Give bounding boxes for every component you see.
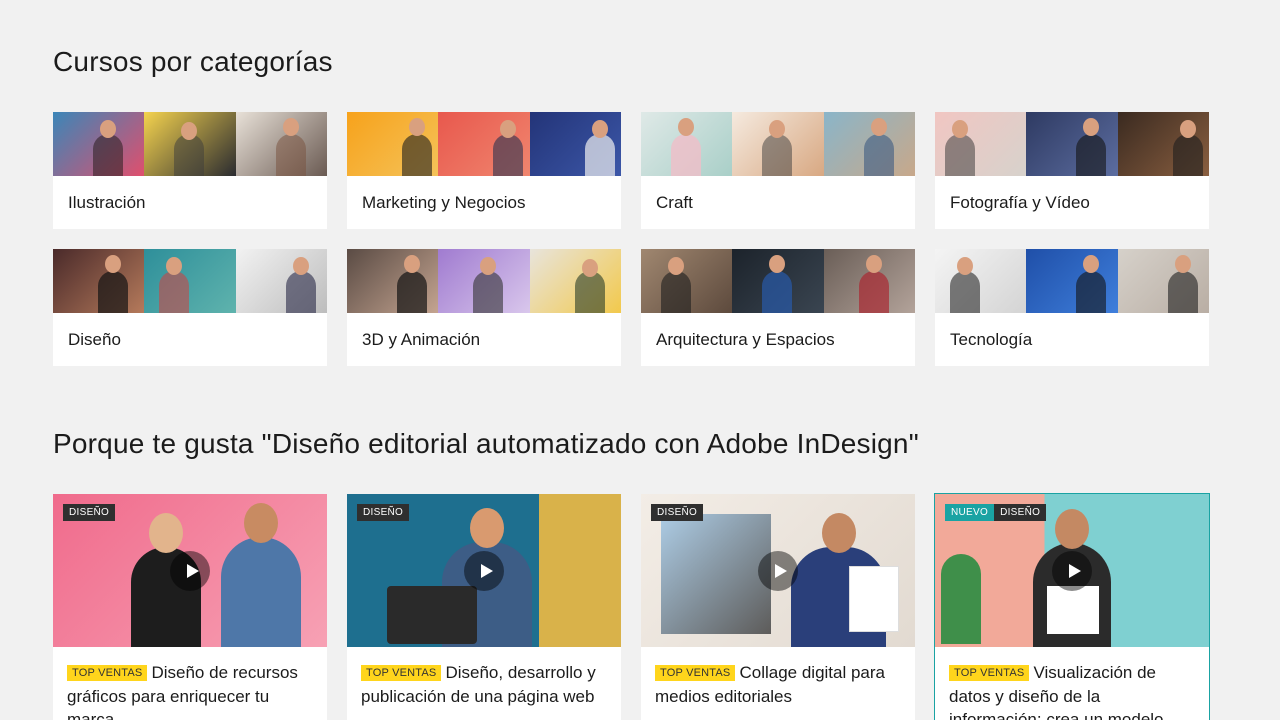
category-label: Fotografía y Vídeo <box>950 192 1090 212</box>
category-label: Tecnología <box>950 329 1033 349</box>
badges: DISEÑO <box>357 504 410 521</box>
category-card-tecnologia[interactable]: Tecnología <box>935 249 1209 366</box>
course-thumbnail[interactable]: NUEVO DISEÑO <box>935 494 1209 647</box>
category-card-craft[interactable]: Craft <box>641 112 915 229</box>
course-title-block[interactable]: TOP VENTAS Diseño de recursos gráficos pa… <box>53 647 327 720</box>
category-card-marketing[interactable]: Marketing y Negocios <box>347 112 621 229</box>
category-card-3d[interactable]: 3D y Animación <box>347 249 621 366</box>
category-card-fotografia[interactable]: Fotografía y Vídeo <box>935 112 1209 229</box>
category-label: Marketing y Negocios <box>362 192 526 212</box>
play-icon <box>774 563 787 578</box>
badges: NUEVO DISEÑO <box>945 504 1047 521</box>
category-thumbnail <box>935 112 1209 176</box>
category-thumbnail <box>53 112 327 176</box>
top-sales-badge: TOP VENTAS <box>655 665 736 681</box>
course-thumbnail[interactable]: DISEÑO <box>53 494 327 647</box>
play-icon <box>186 563 199 578</box>
play-icon <box>1068 563 1081 578</box>
category-badge: DISEÑO <box>994 504 1047 521</box>
play-button[interactable] <box>170 550 210 591</box>
category-badge: DISEÑO <box>357 504 410 521</box>
category-label: Arquitectura y Espacios <box>656 329 835 349</box>
page: Cursos por categorías Ilustración Market… <box>0 0 1280 720</box>
course-card[interactable]: DISEÑO TOP VENTAS Collage digital para me… <box>641 494 915 720</box>
category-badge: DISEÑO <box>651 504 704 521</box>
category-label: Diseño <box>68 329 121 349</box>
category-card-ilustracion[interactable]: Ilustración <box>53 112 327 229</box>
categories-section-title: Cursos por categorías <box>53 46 333 77</box>
play-button[interactable] <box>1052 550 1092 591</box>
course-thumbnail[interactable]: DISEÑO <box>641 494 915 647</box>
category-card-diseno[interactable]: Diseño <box>53 249 327 366</box>
category-thumbnail <box>935 249 1209 313</box>
category-card-arquitectura[interactable]: Arquitectura y Espacios <box>641 249 915 366</box>
badges: DISEÑO <box>63 504 116 521</box>
course-title-block[interactable]: TOP VENTAS Visualización de datos y diseñ… <box>935 647 1209 720</box>
course-title-block[interactable]: TOP VENTAS Diseño, desarrollo y publicaci… <box>347 647 621 708</box>
course-thumbnail[interactable]: DISEÑO <box>347 494 621 647</box>
course-card[interactable]: DISEÑO TOP VENTAS Diseño, desarrollo y pu… <box>347 494 621 720</box>
play-button[interactable] <box>464 550 504 591</box>
recommended-courses-row: DISEÑO TOP VENTAS Diseño de recursos gráf… <box>53 493 1210 720</box>
play-icon <box>480 563 493 578</box>
badges: DISEÑO <box>651 504 704 521</box>
category-thumbnail <box>641 249 915 313</box>
play-button[interactable] <box>758 550 798 591</box>
top-sales-badge: TOP VENTAS <box>67 665 148 681</box>
category-thumbnail <box>641 112 915 176</box>
course-card[interactable]: DISEÑO TOP VENTAS Diseño de recursos gráf… <box>53 494 327 720</box>
top-sales-badge: TOP VENTAS <box>949 665 1030 681</box>
categories-grid: Ilustración Marketing y Negocios Craft F… <box>53 112 1209 366</box>
category-label: Ilustración <box>68 192 146 212</box>
course-title-block[interactable]: TOP VENTAS Collage digital para medios ed… <box>641 647 915 708</box>
category-badge: DISEÑO <box>63 504 116 521</box>
top-sales-badge: TOP VENTAS <box>361 665 442 681</box>
course-card[interactable]: NUEVO DISEÑO TOP VENTAS Visualización de … <box>934 493 1210 720</box>
category-thumbnail <box>53 249 327 313</box>
category-thumbnail <box>347 112 621 176</box>
new-badge: NUEVO <box>945 504 995 521</box>
recommendations-section-title: Porque te gusta "Diseño editorial automa… <box>53 428 919 459</box>
category-label: 3D y Animación <box>362 329 481 349</box>
category-label: Craft <box>656 192 693 212</box>
category-thumbnail <box>347 249 621 313</box>
